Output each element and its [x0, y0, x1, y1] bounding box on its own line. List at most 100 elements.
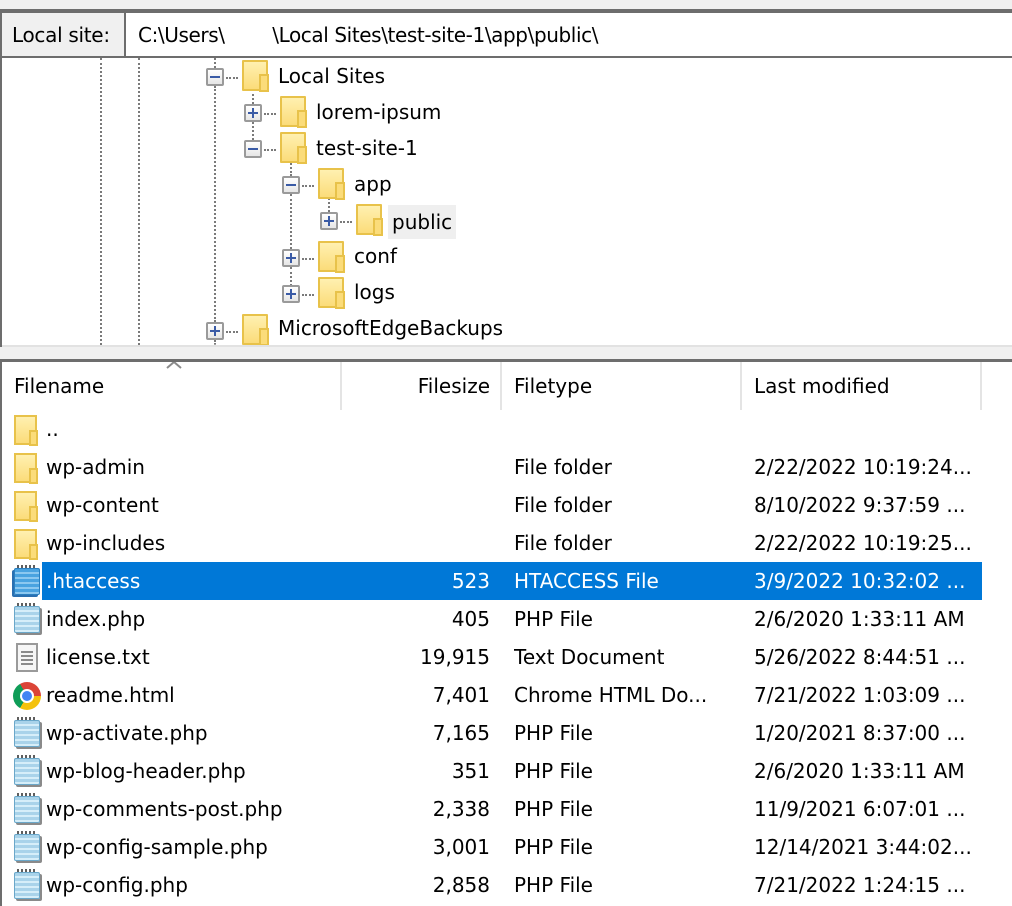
tree-expand-conf[interactable]: [282, 249, 300, 267]
tree-node-test-site-1[interactable]: test-site-1: [312, 133, 422, 163]
file-type: PHP File: [514, 797, 593, 821]
notepad-file-icon: [12, 565, 42, 596]
notepad-file-icon-glyph: [14, 755, 40, 785]
file-type: PHP File: [514, 873, 593, 897]
file-name: wp-config-sample.php: [46, 835, 268, 859]
file-last-modified: [754, 410, 982, 448]
file-row[interactable]: .htaccess 523 HTACCESS File 3/9/2022 10:32:…: [2, 562, 982, 600]
top-band: [0, 0, 1012, 9]
file-last-modified: 3/9/2022 10:32:02 ...: [754, 569, 966, 593]
folder-icon-glyph: [14, 491, 38, 522]
local-site-label: Local site:: [2, 13, 126, 56]
file-name: readme.html: [46, 683, 175, 707]
file-row[interactable]: wp-admin File folder 2/22/2022 10:19:24...: [2, 448, 982, 486]
tree-expand-microsoftedgebackups[interactable]: [206, 322, 224, 340]
tree-guide-line: [328, 198, 330, 212]
notepad-file-icon: [12, 831, 42, 862]
folder-icon: [12, 452, 42, 484]
tree-collapse-test-site-1[interactable]: [244, 140, 262, 158]
file-size: 19,915: [420, 645, 490, 669]
tree-node-logs[interactable]: logs: [350, 277, 399, 307]
file-name: license.txt: [46, 645, 150, 669]
local-site-path-input[interactable]: [128, 13, 1012, 56]
file-size: [342, 448, 490, 486]
folder-icon-glyph: [14, 529, 38, 560]
tree-expand-public[interactable]: [320, 212, 338, 230]
file-list[interactable]: Filename Filesize Filetype Last modified…: [2, 362, 1012, 906]
directory-tree[interactable]: Local Sites lorem-ipsum test-site-1 app …: [2, 58, 1012, 345]
column-resize-handle[interactable]: [980, 362, 982, 410]
tree-connector: [264, 149, 276, 151]
tree-guide-line: [138, 58, 140, 345]
tree-connector: [302, 185, 314, 187]
file-name: .htaccess: [46, 569, 141, 593]
file-type: File folder: [514, 455, 612, 479]
tree-collapse-local-sites[interactable]: [206, 68, 224, 86]
chrome-icon-glyph: [13, 682, 41, 710]
file-size: 2,858: [432, 873, 490, 897]
tree-node-lorem-ipsum[interactable]: lorem-ipsum: [312, 97, 445, 127]
file-row[interactable]: wp-blog-header.php 351 PHP File 2/6/2020 1:…: [2, 752, 982, 790]
folder-icon: [242, 314, 269, 345]
file-name: index.php: [46, 607, 146, 631]
tree-connector: [302, 294, 314, 296]
file-name: wp-comments-post.php: [46, 797, 283, 821]
text-document-icon-glyph: [16, 643, 38, 672]
file-row[interactable]: license.txt 19,915 Text Document 5/26/2022 …: [2, 638, 982, 676]
column-header-filename[interactable]: Filename: [14, 362, 340, 410]
file-row[interactable]: wp-content File folder 8/10/2022 9:37:59 .…: [2, 486, 982, 524]
column-header-filesize[interactable]: Filesize: [342, 362, 490, 410]
file-type: PHP File: [514, 835, 593, 859]
tree-expand-logs[interactable]: [282, 285, 300, 303]
pane-splitter[interactable]: [0, 347, 1012, 359]
file-size: 405: [451, 607, 490, 631]
file-name: wp-config.php: [46, 873, 188, 897]
notepad-file-icon-glyph: [14, 869, 40, 899]
address-bar: Local site:: [0, 13, 1012, 56]
file-row[interactable]: index.php 405 PHP File 2/6/2020 1:33:11 AM: [2, 600, 982, 638]
file-type: PHP File: [514, 759, 593, 783]
folder-icon-glyph: [14, 415, 38, 446]
minus-icon: [248, 148, 258, 150]
tree-node-conf[interactable]: conf: [350, 241, 401, 271]
tree-guide-line: [290, 267, 292, 286]
column-resize-handle[interactable]: [740, 362, 742, 410]
file-name: wp-activate.php: [46, 721, 208, 745]
file-last-modified: 2/22/2022 10:19:25...: [754, 531, 972, 555]
file-size: 7,401: [432, 683, 490, 707]
folder-icon: [280, 96, 307, 128]
file-type: PHP File: [514, 607, 593, 631]
file-row[interactable]: ..: [2, 410, 982, 448]
plus-icon: [290, 289, 292, 299]
file-row[interactable]: wp-includes File folder 2/22/2022 10:19:25…: [2, 524, 982, 562]
column-header-last-modified[interactable]: Last modified: [754, 362, 980, 410]
tree-node-app[interactable]: app: [350, 169, 396, 199]
file-type: File folder: [514, 531, 612, 555]
file-last-modified: 5/26/2022 8:44:51 ...: [754, 645, 966, 669]
minus-icon: [286, 184, 296, 186]
folder-icon: [280, 132, 307, 164]
file-row[interactable]: wp-comments-post.php 2,338 PHP File 11/9/20…: [2, 790, 982, 828]
tree-expand-lorem-ipsum[interactable]: [244, 104, 262, 122]
file-row[interactable]: readme.html 7,401 Chrome HTML Do... 7/21/20…: [2, 676, 982, 714]
file-row[interactable]: wp-config.php 2,858 PHP File 7/21/2022 1:24…: [2, 866, 982, 904]
plus-icon: [252, 108, 254, 118]
file-last-modified: 12/14/2021 3:44:02...: [754, 835, 972, 859]
folder-icon: [12, 414, 42, 446]
column-header-filetype[interactable]: Filetype: [514, 362, 740, 410]
file-type: [514, 410, 739, 448]
tree-node-local-sites[interactable]: Local Sites: [274, 61, 389, 91]
file-row[interactable]: wp-activate.php 7,165 PHP File 1/20/2021 8:…: [2, 714, 982, 752]
file-type: File folder: [514, 493, 612, 517]
tree-guide-line: [214, 58, 216, 68]
file-row[interactable]: wp-config-sample.php 3,001 PHP File 12/14/2…: [2, 828, 982, 866]
tree-node-microsoftedgebackups[interactable]: MicrosoftEdgeBackups: [274, 313, 507, 343]
file-size: [342, 524, 490, 562]
file-name: wp-content: [46, 493, 159, 517]
column-resize-handle[interactable]: [500, 362, 502, 410]
tree-node-public[interactable]: public: [388, 205, 457, 239]
file-last-modified: 7/21/2022 1:24:15 ...: [754, 873, 966, 897]
file-name: ..: [46, 417, 59, 441]
file-type: Text Document: [514, 645, 665, 669]
tree-collapse-app[interactable]: [282, 176, 300, 194]
